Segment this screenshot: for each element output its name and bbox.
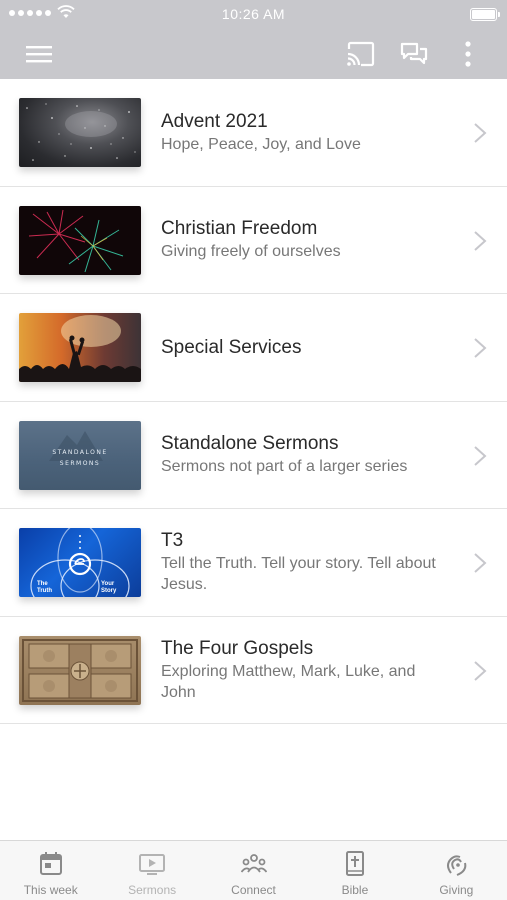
series-subtitle: Sermons not part of a larger series [161, 458, 408, 476]
app-screen: 10:26 AM Advent 2021 Hope, Peace, Joy, a… [0, 0, 507, 900]
tab-label: This week [23, 883, 78, 897]
series-text: Standalone Sermons Sermons not part of a… [161, 402, 447, 509]
series-item-t3[interactable]: The Truth Your Story T3 Tell the Truth. … [0, 509, 507, 617]
series-item-the-four-gospels[interactable]: The Four Gospels Exploring Matthew, Mark… [0, 616, 507, 724]
chevron-right-icon [474, 445, 487, 466]
calendar-icon [39, 852, 62, 875]
thumbnail-caption: SERMONS [59, 459, 101, 467]
series-item-standalone-sermons[interactable]: STANDALONE SERMONS Standalone Sermons Se… [0, 401, 507, 509]
tab-bible[interactable]: Bible [304, 841, 405, 900]
status-time: 10:26 AM [221, 6, 286, 22]
series-title: Advent 2021 [161, 110, 268, 132]
series-list: Advent 2021 Hope, Peace, Joy, and Love C… [0, 79, 507, 724]
series-text: The Four Gospels Exploring Matthew, Mark… [161, 617, 447, 724]
tab-label: Bible [341, 883, 369, 897]
series-item-special-services[interactable]: Special Services [0, 294, 507, 402]
series-title: T3 [161, 530, 184, 552]
tv-play-icon [139, 854, 166, 875]
series-title: The Four Gospels [161, 637, 314, 659]
chat-icon[interactable] [399, 39, 429, 69]
bible-icon [345, 851, 364, 876]
series-item-christian-freedom[interactable]: Christian Freedom Giving freely of ourse… [0, 186, 507, 294]
series-text: Christian Freedom Giving freely of ourse… [161, 187, 447, 294]
more-vertical-icon[interactable] [453, 39, 483, 69]
series-subtitle: Tell the Truth. Tell your story. Tell ab… [161, 555, 436, 594]
standalone-sermons-thumbnail: STANDALONE SERMONS [19, 420, 141, 490]
chevron-right-icon [474, 230, 487, 251]
thumbnail-caption: The [37, 581, 48, 587]
tab-this-week[interactable]: This week [0, 841, 101, 900]
chevron-right-icon [474, 123, 487, 143]
thumbnail-caption: Truth [37, 588, 52, 594]
advent-thumbnail [19, 98, 141, 167]
tab-sermons[interactable]: Sermons [101, 841, 202, 900]
tab-label: Sermons [128, 883, 177, 897]
tab-giving[interactable]: Giving [406, 841, 507, 900]
series-text: T3 Tell the Truth. Tell your story. Tell… [161, 509, 447, 616]
t3-thumbnail: The Truth Your Story [19, 528, 141, 597]
cast-icon[interactable] [345, 39, 375, 69]
four-gospels-thumbnail [19, 635, 141, 705]
chevron-right-icon [474, 660, 487, 681]
menu-icon[interactable] [24, 39, 54, 69]
series-subtitle: Exploring Matthew, Mark, Luke, and John [161, 662, 416, 701]
series-title: Standalone Sermons [161, 433, 339, 455]
thumbnail-caption: STANDALONE [52, 448, 108, 456]
giving-icon [447, 855, 467, 876]
status-bar: 10:26 AM [0, 0, 507, 28]
tab-label: Giving [439, 883, 474, 897]
tab-bar: This week Sermons Connect Bible Giving [0, 840, 507, 900]
christian-freedom-thumbnail [19, 205, 141, 275]
people-icon [240, 854, 267, 873]
chevron-right-icon [474, 338, 487, 358]
chevron-right-icon [474, 553, 487, 573]
series-subtitle: Hope, Peace, Joy, and Love [161, 135, 361, 153]
battery-icon [470, 8, 500, 21]
tab-label: Connect [231, 883, 276, 897]
thumbnail-caption: Your [101, 581, 115, 587]
special-services-thumbnail [19, 313, 141, 382]
series-title: Christian Freedom [161, 218, 318, 240]
series-item-advent-2021[interactable]: Advent 2021 Hope, Peace, Joy, and Love [0, 79, 507, 187]
tab-connect[interactable]: Connect [203, 841, 304, 900]
app-bar [0, 28, 507, 79]
series-text: Advent 2021 Hope, Peace, Joy, and Love [161, 79, 447, 186]
series-title: Special Services [161, 336, 302, 358]
series-subtitle: Giving freely of ourselves [161, 243, 341, 261]
thumbnail-caption: Story [101, 588, 117, 594]
series-text: Special Services [161, 294, 447, 401]
